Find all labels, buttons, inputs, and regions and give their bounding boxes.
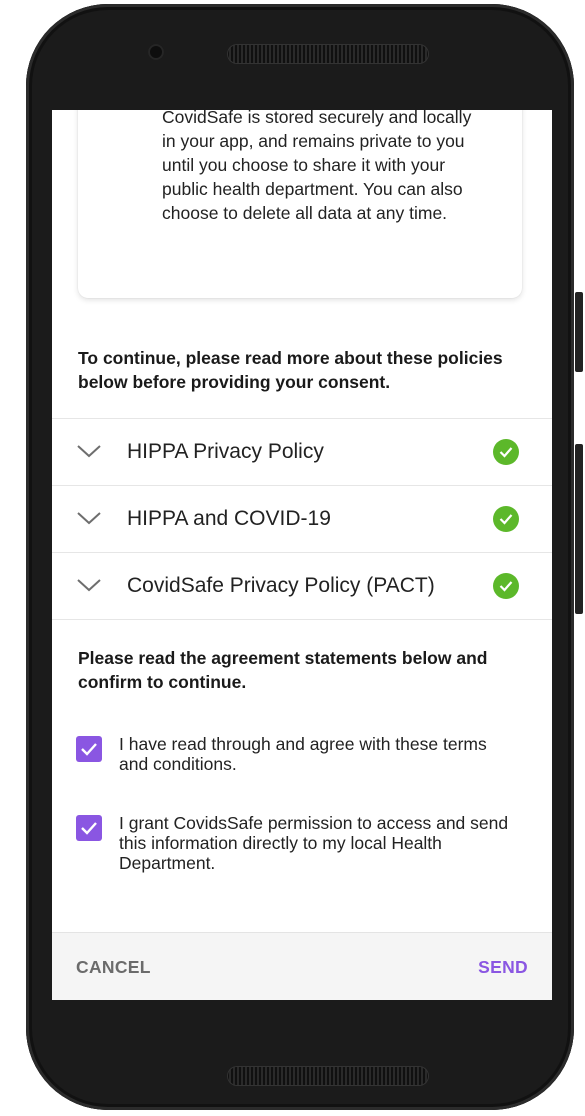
chevron-down-icon	[77, 445, 101, 458]
checkbox-checked-icon	[81, 822, 97, 835]
cancel-button[interactable]: CANCEL	[76, 957, 151, 978]
permission-checkbox[interactable]	[76, 815, 102, 841]
policy-row-hippa-covid[interactable]: HIPPA and COVID-19	[52, 485, 552, 552]
policies-intro: To continue, please read more about thes…	[78, 348, 503, 392]
send-button[interactable]: SEND	[478, 957, 528, 978]
policy-list: HIPPA Privacy Policy HIPPA and COVID-19 …	[52, 418, 552, 620]
policy-row-covidsafe-pact[interactable]: CovidSafe Privacy Policy (PACT)	[52, 552, 552, 620]
permission-label: I grant CovidsSafe permission to access …	[119, 813, 509, 873]
info-card-text: CovidSafe is stored securely and locally…	[162, 110, 472, 223]
consent-screen: CovidSafe is stored securely and locally…	[52, 110, 552, 1000]
policy-label: CovidSafe Privacy Policy (PACT)	[127, 574, 435, 597]
volume-button	[575, 444, 583, 614]
checkmark-circle-icon	[493, 439, 519, 465]
policy-label: HIPPA and COVID-19	[127, 507, 331, 530]
checkmark-circle-icon	[493, 573, 519, 599]
agreement-intro: Please read the agreement statements bel…	[78, 648, 488, 692]
terms-label: I have read through and agree with these…	[119, 734, 487, 774]
info-card: CovidSafe is stored securely and locally…	[78, 110, 522, 298]
action-bar: CANCEL SEND	[52, 932, 552, 1000]
front-camera	[148, 44, 164, 60]
terms-checkbox[interactable]	[76, 736, 102, 762]
bottom-speaker-grille	[227, 1066, 429, 1086]
policy-row-hippa-privacy[interactable]: HIPPA Privacy Policy	[52, 418, 552, 485]
top-speaker-grille	[227, 44, 429, 64]
policy-label: HIPPA Privacy Policy	[127, 440, 324, 463]
checkmark-circle-icon	[493, 506, 519, 532]
chevron-down-icon	[77, 512, 101, 525]
chevron-down-icon	[77, 579, 101, 592]
power-button	[575, 292, 583, 372]
checkbox-checked-icon	[81, 743, 97, 756]
